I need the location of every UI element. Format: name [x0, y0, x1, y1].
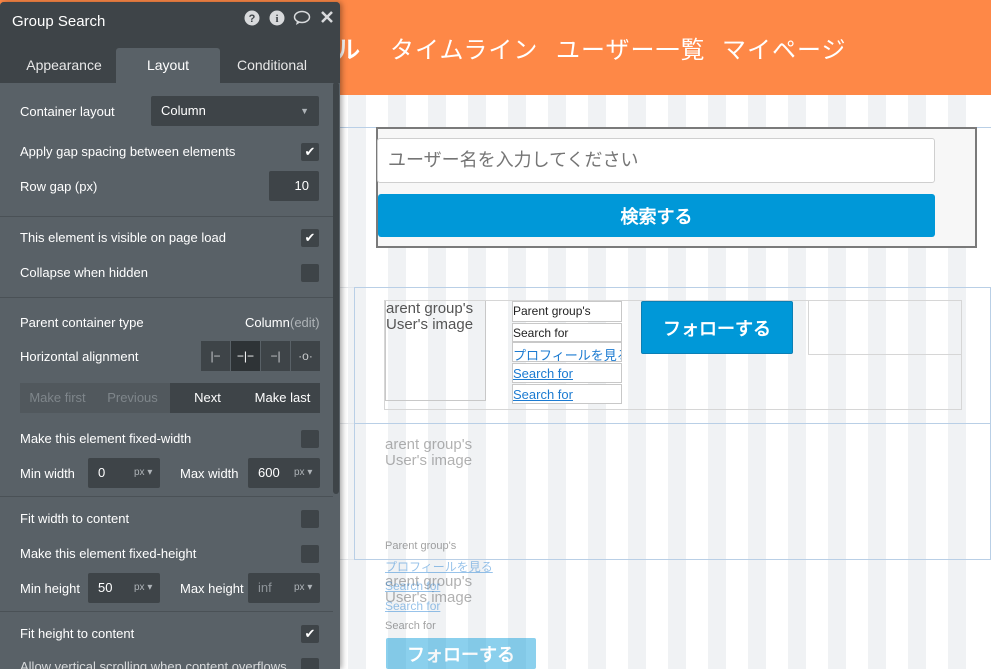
tab-layout[interactable]: Layout	[116, 48, 220, 83]
row-gap-label: Row gap (px)	[20, 179, 98, 194]
svg-text:i: i	[275, 13, 278, 25]
parent-group-text-faded: Parent group's	[385, 540, 457, 552]
tab-appearance[interactable]: Appearance	[12, 48, 116, 83]
horizontal-alignment-label: Horizontal alignment	[20, 349, 139, 364]
parent-container-type-label: Parent container type	[20, 315, 144, 330]
gap-spacing-label: Apply gap spacing between elements	[20, 144, 236, 159]
panel-title: Group Search	[12, 13, 106, 30]
search-for-text-faded: Search for	[385, 620, 436, 632]
search-input[interactable]	[377, 138, 935, 183]
section-divider	[0, 216, 333, 217]
comment-icon[interactable]	[293, 10, 311, 28]
search-link-faded: Search for	[385, 599, 441, 613]
section-divider	[0, 496, 333, 497]
min-height-unit-dropdown[interactable]: px ▾	[134, 573, 152, 603]
parent-container-edit-link[interactable]: (edit)	[290, 315, 320, 330]
user-image-faded: arent group's User's image	[385, 437, 486, 497]
panel-tabs: Appearance Layout Conditional	[0, 39, 340, 83]
container-layout-value: Column	[161, 103, 206, 118]
nav-item-timeline[interactable]: タイムライン	[390, 30, 538, 65]
check-icon: ✔	[304, 230, 316, 245]
next-button[interactable]: Next	[170, 383, 245, 413]
fixed-width-checkbox[interactable]	[301, 430, 319, 448]
search-for-label: Search for	[513, 326, 569, 340]
section-divider	[0, 297, 333, 298]
align-center-icon[interactable]: −|−	[231, 341, 260, 371]
unit-label: px	[134, 467, 145, 478]
fixed-width-label: Make this element fixed-width	[20, 431, 192, 446]
vertical-scroll-checkbox[interactable]	[301, 658, 319, 669]
follow-button[interactable]: フォローする	[641, 301, 793, 354]
collapse-hidden-label: Collapse when hidden	[20, 265, 148, 280]
min-height-value: 50	[98, 580, 113, 595]
visible-on-load-checkbox[interactable]: ✔	[301, 229, 319, 247]
search-link[interactable]: Search for	[513, 366, 573, 381]
align-right-icon[interactable]: −|	[261, 341, 290, 371]
max-width-unit-dropdown[interactable]: px ▾	[294, 458, 312, 488]
profile-link-cell[interactable]: プロフィールを見る	[512, 342, 622, 362]
fit-width-label: Fit width to content	[20, 511, 130, 526]
unit-label: px	[294, 467, 305, 478]
close-icon[interactable]	[318, 10, 336, 28]
fit-height-checkbox[interactable]: ✔	[301, 625, 319, 643]
align-left-icon[interactable]: |−	[201, 341, 230, 371]
nav-item-users[interactable]: ユーザー一覧	[556, 30, 706, 65]
fixed-height-label: Make this element fixed-height	[20, 546, 197, 561]
unit-label: px	[134, 582, 145, 593]
max-height-value: inf	[258, 580, 272, 595]
fixed-height-checkbox[interactable]	[301, 545, 319, 563]
row-gap-input[interactable]: 10	[269, 171, 319, 201]
max-width-value: 600	[258, 465, 280, 480]
min-height-label: Min height	[20, 581, 80, 596]
section-divider	[0, 611, 333, 612]
tab-conditional[interactable]: Conditional	[220, 48, 324, 83]
min-width-value: 0	[98, 465, 106, 480]
parent-group-text: Parent group's	[512, 301, 622, 322]
previous-button[interactable]: Previous	[95, 383, 170, 413]
search-for-text: Search for	[512, 323, 622, 342]
parent-group-label: Parent group's	[513, 304, 591, 318]
max-height-label: Max height	[180, 581, 244, 596]
property-editor-panel[interactable]: Group Search ? i Appearance Layout Condi…	[0, 2, 340, 669]
search-link[interactable]: Search for	[513, 387, 573, 402]
help-icon[interactable]: ?	[243, 10, 261, 28]
min-width-unit-dropdown[interactable]: px ▾	[134, 458, 152, 488]
cell-box	[808, 300, 962, 355]
container-layout-dropdown[interactable]: Column ▼	[151, 96, 319, 126]
min-width-label: Min width	[20, 466, 75, 481]
repeating-cell-divider	[354, 423, 991, 424]
user-image-alt: arent group's User's image	[385, 437, 473, 469]
fit-width-checkbox[interactable]	[301, 510, 319, 528]
chevron-down-icon: ▼	[300, 106, 309, 116]
search-button[interactable]: 検索する	[378, 194, 935, 237]
align-distribute-icon[interactable]: ·o·	[291, 341, 320, 371]
max-width-label: Max width	[180, 466, 239, 481]
visible-on-load-label: This element is visible on page load	[20, 230, 226, 245]
profile-link-faded: プロフィールを見る	[385, 560, 493, 574]
panel-header[interactable]: Group Search ? i	[0, 2, 340, 39]
nav-item-mypage[interactable]: マイページ	[722, 30, 847, 65]
check-icon: ✔	[304, 626, 316, 641]
fit-height-label: Fit height to content	[20, 626, 135, 641]
profile-link[interactable]: プロフィールを見る	[513, 348, 621, 361]
svg-text:?: ?	[249, 13, 256, 25]
container-layout-label: Container layout	[20, 104, 115, 119]
row-gap-value: 10	[294, 178, 309, 193]
unit-label: px	[294, 582, 305, 593]
make-last-button[interactable]: Make last	[245, 383, 320, 413]
follow-button-faded: フォローする	[386, 638, 536, 669]
max-height-unit-dropdown[interactable]: px ▾	[294, 573, 312, 603]
vertical-scroll-label: Allow vertical scrolling when content ov…	[20, 659, 287, 669]
search-link-faded: Search for	[385, 579, 441, 593]
info-icon[interactable]: i	[268, 10, 286, 28]
make-first-button[interactable]: Make first	[20, 383, 95, 413]
collapse-hidden-checkbox[interactable]	[301, 264, 319, 282]
check-icon: ✔	[304, 144, 316, 159]
parent-container-type-value: Column	[245, 315, 290, 330]
search-link-cell[interactable]: Search for	[512, 363, 622, 383]
panel-scrollbar[interactable]	[333, 82, 339, 494]
search-link-cell[interactable]: Search for	[512, 384, 622, 404]
gap-spacing-checkbox[interactable]: ✔	[301, 143, 319, 161]
